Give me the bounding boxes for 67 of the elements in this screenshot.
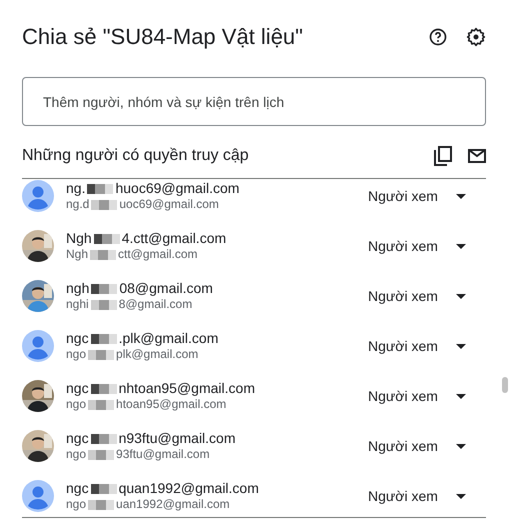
caret-icon <box>456 444 466 448</box>
person-email: ng.d <box>66 197 90 212</box>
redaction-mark <box>90 300 117 310</box>
person-name: ngc <box>66 480 89 497</box>
redaction-mark <box>90 250 116 260</box>
role-dropdown[interactable]: Người xem <box>368 386 466 406</box>
role-dropdown[interactable]: Người xem <box>368 336 466 356</box>
caret-icon <box>456 494 466 498</box>
dialog-title: Chia sẻ "SU84-Map Vật liệu" <box>22 23 303 51</box>
person-name: 4.ctt@gmail.com <box>122 230 226 247</box>
scrollbar-thumb[interactable] <box>502 377 508 393</box>
section-heading: Những người có quyền truy cập <box>22 146 249 166</box>
redaction-mark <box>90 384 117 394</box>
person-name: ngh <box>66 280 90 297</box>
redaction-mark <box>88 500 114 510</box>
person-email: ngo <box>66 347 86 362</box>
caret-icon <box>456 194 466 198</box>
copy-icon[interactable] <box>434 146 452 166</box>
person-email: ngo <box>66 447 86 462</box>
redaction-mark <box>91 200 118 210</box>
role-dropdown[interactable]: Người xem <box>368 486 466 506</box>
redaction-mark <box>90 434 117 444</box>
default-avatar-icon <box>22 330 54 362</box>
redaction-mark <box>94 234 120 244</box>
person-email: plk@gmail.com <box>116 347 198 362</box>
role-dropdown[interactable]: Người xem <box>368 186 466 206</box>
redaction-mark <box>90 334 117 344</box>
caret-icon <box>456 394 466 398</box>
role-dropdown[interactable]: Người xem <box>368 436 466 456</box>
help-icon[interactable] <box>428 27 448 47</box>
person-name: huoc69@gmail.com <box>115 180 240 197</box>
default-avatar-icon <box>22 480 54 512</box>
person-email: nghi <box>66 297 89 312</box>
person-name: ngc <box>66 380 89 397</box>
person-name: Ngh <box>66 230 92 247</box>
caret-icon <box>456 244 466 248</box>
role-dropdown[interactable]: Người xem <box>368 236 466 256</box>
person-name: ng. <box>66 180 86 197</box>
person-email: uoc69@gmail.com <box>119 197 219 212</box>
redaction-mark <box>88 400 114 410</box>
person-email: uan1992@gmail.com <box>116 497 230 512</box>
redaction-mark <box>91 284 118 294</box>
redaction-mark <box>87 184 114 194</box>
person-email: Ngh <box>66 247 88 262</box>
person-name: ngc <box>66 430 89 447</box>
caret-icon <box>456 344 466 348</box>
settings-icon[interactable] <box>466 27 486 47</box>
person-email: 8@gmail.com <box>118 297 192 312</box>
person-name: 08@gmail.com <box>119 280 213 297</box>
person-email: htoan95@gmail.com <box>116 397 226 412</box>
person-email: ctt@gmail.com <box>118 247 198 262</box>
default-avatar-icon <box>22 180 54 212</box>
redaction-mark <box>90 484 117 494</box>
redaction-mark <box>88 450 114 460</box>
role-dropdown[interactable]: Người xem <box>368 286 466 306</box>
person-email: ngo <box>66 397 86 412</box>
email-icon[interactable] <box>468 149 486 163</box>
person-name: .plk@gmail.com <box>118 330 218 347</box>
person-email: ngo <box>66 497 86 512</box>
person-name: ngc <box>66 330 89 347</box>
person-name: quan1992@gmail.com <box>118 480 259 497</box>
redaction-mark <box>88 350 114 360</box>
person-name: n93ftu@gmail.com <box>118 430 236 447</box>
person-name: nhtoan95@gmail.com <box>118 380 255 397</box>
person-email: 93ftu@gmail.com <box>116 447 210 462</box>
caret-icon <box>456 294 466 298</box>
add-people-field[interactable]: Thêm người, nhóm và sự kiện trên lịch <box>22 77 486 126</box>
